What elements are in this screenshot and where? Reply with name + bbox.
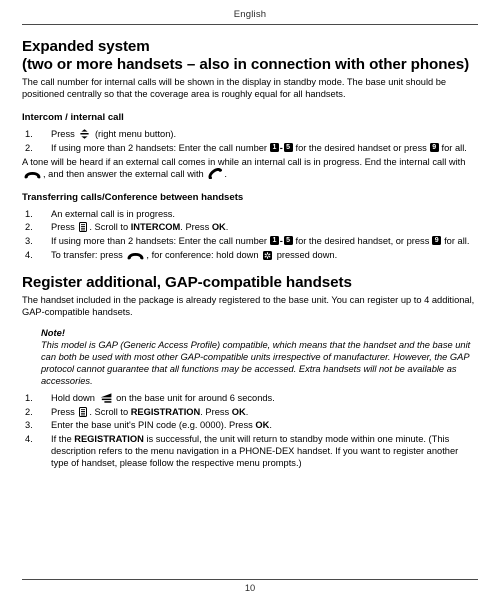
list-item: 2. Press . Scroll to INTERCOM. Press OK.: [22, 221, 478, 233]
menu-list-icon: [79, 222, 88, 233]
list-item-text: If using more than 2 handsets: Enter the…: [51, 142, 467, 153]
note-body: This model is GAP (Generic Access Profil…: [41, 339, 471, 386]
subheading-transferring: Transferring calls/Conference between ha…: [22, 191, 244, 203]
list-item-text: Press (right menu button).: [51, 129, 177, 140]
hangup-handset-icon: [127, 252, 144, 260]
register-handsets-title-text: Register additional, GAP-compatible hand…: [22, 273, 352, 291]
page-title-line-1: Expanded system: [22, 38, 150, 55]
page-footer: 10: [22, 579, 478, 593]
registration-steps-list: 1. Hold down on the base unit for around …: [22, 392, 478, 469]
emphasis-text: OK: [255, 420, 270, 431]
page-title: Expanded system (two or more handsets – …: [22, 38, 478, 74]
intercom-tone-note: A tone will be heard if an external call…: [22, 156, 466, 179]
register-handsets-intro: The handset included in the package is a…: [22, 294, 475, 317]
list-item: 2. If using more than 2 handsets: Enter t…: [22, 142, 478, 154]
star-key-icon: [263, 250, 273, 260]
list-item: 1. Hold down on the base unit for around …: [22, 392, 478, 404]
list-item: 2. Press . Scroll to REGISTRATION. Press …: [22, 406, 478, 418]
keypad-key-9-icon: 9: [432, 236, 442, 245]
intercom-steps-list: 1. Press (right menu button). 2. If using m…: [22, 128, 478, 154]
emphasis-text: REGISTRATION: [130, 406, 201, 417]
note-title: Note!: [41, 326, 65, 338]
register-handsets-title: Register additional, GAP-compatible hand…: [22, 274, 478, 292]
emphasis-text: OK: [211, 222, 226, 233]
list-item-number: 4.: [25, 433, 33, 444]
page-number: 10: [244, 583, 256, 593]
keypad-key-5-icon: 5: [283, 142, 293, 152]
emphasis-text: OK: [231, 406, 246, 417]
list-item-number: 2.: [25, 406, 33, 417]
subheading-intercom: Intercom / internal call: [22, 112, 124, 124]
list-item-text: Hold down on the base unit for around 6 …: [51, 393, 275, 404]
list-item-number: 1.: [25, 129, 33, 140]
keypad-key-1-icon: 1: [269, 236, 279, 245]
list-item-number: 2.: [25, 222, 33, 233]
list-item: 3. If using more than 2 handsets: Enter t…: [22, 235, 478, 247]
emphasis-text: INTERCOM: [130, 222, 181, 233]
list-item-text: To transfer: press , for conference: hol…: [51, 249, 338, 260]
list-item-text: An external call is in progress.: [51, 208, 176, 219]
list-item-number: 1.: [25, 208, 33, 219]
list-item-text: If using more than 2 handsets: Enter the…: [51, 236, 470, 246]
list-item-number: 3.: [25, 420, 33, 431]
answer-handset-icon: [208, 167, 223, 179]
list-item-number: 1.: [25, 393, 33, 404]
list-item-text: If the REGISTRATION is successful, the u…: [51, 433, 459, 468]
note-block: Note! This model is GAP (Generic Access …: [41, 327, 478, 387]
list-item: 1. An external call is in progress.: [22, 208, 478, 220]
page-title-line-2: (two or more handsets – also in connecti…: [22, 55, 470, 73]
list-item-text: Enter the base unit's PIN code (e.g. 000…: [51, 420, 272, 431]
list-item-text: Press . Scroll to INTERCOM. Press OK.: [51, 222, 229, 233]
list-item: 4. To transfer: press , for conference: h…: [22, 249, 478, 261]
keypad-key-9-icon: 9: [429, 142, 439, 152]
key-range-dash: -: [279, 236, 283, 246]
hangup-handset-icon: [24, 171, 41, 179]
menu-list-icon: [79, 406, 88, 417]
list-item: 3. Enter the base unit's PIN code (e.g. 0…: [22, 419, 478, 431]
keypad-key-5-icon: 5: [283, 236, 293, 245]
paging-antenna-icon: [100, 393, 112, 403]
running-header: English: [22, 0, 478, 20]
list-item-text: Press . Scroll to REGISTRATION. Press OK…: [51, 406, 249, 417]
document-page: English Expanded system (two or more han…: [0, 0, 500, 607]
list-item-number: 3.: [25, 236, 33, 246]
menu-updown-icon: [79, 129, 90, 139]
keypad-key-1-icon: 1: [269, 142, 279, 152]
running-head-text: English: [233, 9, 267, 20]
list-item: 1. Press (right menu button).: [22, 128, 478, 140]
list-item-number: 2.: [25, 142, 33, 153]
transferring-steps-list: 1. An external call is in progress. 2. Pres…: [22, 208, 478, 261]
list-item-number: 4.: [25, 249, 33, 260]
key-range-dash: -: [279, 142, 283, 153]
emphasis-text: REGISTRATION: [74, 433, 144, 444]
list-item: 4. If the REGISTRATION is successful, the…: [22, 433, 478, 469]
header-rule: [22, 24, 478, 25]
expanded-system-intro: The call number for internal calls will …: [22, 76, 447, 99]
